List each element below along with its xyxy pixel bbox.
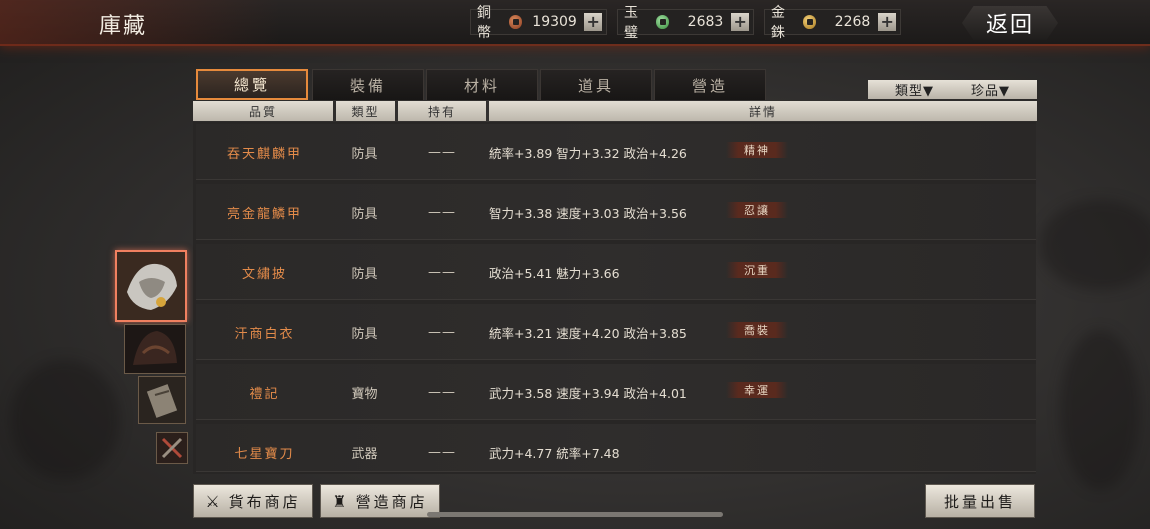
- item-detail: 智力+3.38 速度+3.03 政治+3.56: [489, 205, 687, 221]
- bulk-sell-button[interactable]: 批量出售: [925, 484, 1035, 518]
- table-row[interactable]: 文繡披 防具 —— 政治+5.41 魅力+3.66 沉重: [196, 244, 1036, 300]
- tab-items[interactable]: 道具: [540, 69, 652, 100]
- item-thumbnail-blade[interactable]: [156, 432, 188, 464]
- item-type: 武器: [351, 446, 378, 462]
- currency-jade: 玉璧 2683 +: [617, 5, 754, 41]
- sword-icon: ⚔: [205, 491, 223, 511]
- currency-name: 玉璧: [624, 5, 638, 41]
- crossed-blades-icon: [157, 433, 187, 463]
- column-header-type: 類型: [336, 101, 395, 121]
- item-name: 亮金龍鱗甲: [226, 206, 302, 222]
- item-name: 汗商白衣: [234, 326, 295, 342]
- item-detail: 統率+3.21 速度+4.20 政治+3.85: [489, 325, 687, 341]
- copper-coin-icon: [508, 15, 523, 29]
- table-row[interactable]: 汗商白衣 防具 —— 統率+3.21 速度+4.20 政治+3.85 喬裝: [196, 304, 1036, 360]
- column-header-details: 詳情: [489, 101, 1037, 121]
- item-held: ——: [428, 204, 456, 220]
- currency-shop-button[interactable]: ⚔ 貨布商店: [193, 484, 313, 518]
- jade-coin-icon: [655, 15, 670, 29]
- item-tag: 幸運: [726, 382, 788, 398]
- currency-shop-label: 貨布商店: [228, 492, 301, 511]
- scroll-book-icon: [139, 377, 185, 423]
- item-name: 七星寶刀: [234, 446, 295, 462]
- tab-materials[interactable]: 材料: [426, 69, 538, 100]
- currency-amount: 19309: [532, 14, 577, 30]
- item-held: ——: [428, 384, 456, 400]
- rarity-filter-dropdown[interactable]: 珍品▼: [944, 80, 1037, 99]
- construction-shop-label: 營造商店: [355, 492, 428, 511]
- currency-copper: 銅幣 19309 +: [470, 5, 607, 41]
- item-held: ——: [428, 144, 456, 160]
- item-tag: 沉重: [726, 262, 788, 278]
- table-row[interactable]: 吞天麒麟甲 防具 —— 統率+3.89 智力+3.32 政治+4.26 精神: [196, 124, 1036, 180]
- item-held: ——: [428, 324, 456, 340]
- table-row[interactable]: 禮記 寶物 —— 武力+3.58 速度+3.94 政治+4.01 幸運: [196, 364, 1036, 420]
- item-tag: 精神: [726, 142, 788, 158]
- ink-decoration: [1040, 200, 1150, 290]
- item-tag: 喬裝: [726, 322, 788, 338]
- item-thumbnail-armor[interactable]: [115, 250, 187, 322]
- item-name: 文繡披: [241, 266, 287, 282]
- add-gold-button[interactable]: +: [878, 13, 896, 31]
- currency-gold: 金銖 2268 +: [764, 5, 901, 41]
- item-name: 禮記: [249, 386, 280, 402]
- item-thumbnail-book[interactable]: [138, 376, 186, 424]
- column-header-held: 持有: [398, 101, 486, 121]
- ink-decoration: [10, 360, 120, 480]
- ink-decoration: [1060, 330, 1140, 490]
- item-held: ——: [428, 444, 456, 460]
- currency-name: 金銖: [771, 5, 785, 41]
- item-type: 寶物: [351, 386, 378, 402]
- gold-coin-icon: [802, 15, 817, 29]
- page-title: 庫藏: [99, 14, 148, 39]
- back-button[interactable]: 返回: [962, 6, 1058, 40]
- item-name: 吞天麒麟甲: [226, 146, 302, 162]
- currency-amount: 2268: [834, 14, 871, 30]
- item-thumbnail-dark-armor[interactable]: [124, 324, 186, 374]
- item-tag: 忍讓: [726, 202, 788, 218]
- currency-amount: 2683: [687, 14, 724, 30]
- home-indicator: [427, 512, 723, 517]
- tab-construction[interactable]: 營造: [654, 69, 766, 100]
- dark-armor-icon: [125, 325, 185, 373]
- item-detail: 武力+4.77 統率+7.48: [489, 445, 620, 461]
- tab-equipment[interactable]: 裝備: [312, 69, 424, 100]
- item-detail: 武力+3.58 速度+3.94 政治+4.01: [489, 385, 687, 401]
- construction-shop-button[interactable]: ♜ 營造商店: [320, 484, 440, 518]
- item-type: 防具: [351, 146, 378, 162]
- table-row[interactable]: 七星寶刀 武器 —— 武力+4.77 統率+7.48: [196, 424, 1036, 472]
- table-row[interactable]: 亮金龍鱗甲 防具 —— 智力+3.38 速度+3.03 政治+3.56 忍讓: [196, 184, 1036, 240]
- item-detail: 政治+5.41 魅力+3.66: [489, 265, 620, 281]
- item-detail: 統率+3.89 智力+3.32 政治+4.26: [489, 145, 687, 161]
- item-held: ——: [428, 264, 456, 280]
- item-type: 防具: [351, 266, 378, 282]
- tower-icon: ♜: [332, 491, 350, 511]
- add-jade-button[interactable]: +: [731, 13, 749, 31]
- white-armor-icon: [117, 252, 185, 320]
- item-type: 防具: [351, 326, 378, 342]
- bulk-sell-label: 批量出售: [943, 492, 1016, 511]
- add-copper-button[interactable]: +: [584, 13, 602, 31]
- item-type: 防具: [351, 206, 378, 222]
- top-bar: 庫藏 銅幣 19309 + 玉璧 2683 + 金銖 2268 + 返回: [0, 0, 1150, 46]
- tab-overview[interactable]: 總覽: [196, 69, 308, 100]
- currency-name: 銅幣: [477, 5, 491, 41]
- column-header-quality: 品質: [193, 101, 333, 121]
